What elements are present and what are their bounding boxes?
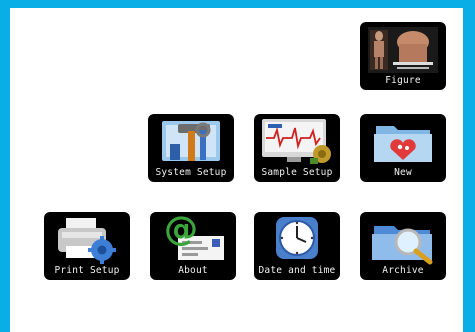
sample-setup-label: Sample Setup: [261, 167, 333, 178]
date-and-time-label: Date and time: [258, 265, 336, 276]
sample-setup-button[interactable]: Sample Setup: [254, 114, 340, 182]
tools-icon: [162, 121, 220, 161]
system-setup-button[interactable]: System Setup: [148, 114, 234, 182]
main-panel: Figure System Setup Sample Setup New Pri…: [10, 8, 463, 332]
figure-button[interactable]: Figure: [360, 22, 446, 90]
new-button[interactable]: New: [360, 114, 446, 182]
figure-label: Figure: [385, 75, 421, 86]
date-and-time-button[interactable]: Date and time: [254, 212, 340, 280]
about-label: About: [178, 265, 208, 276]
at-sign-icon: @: [164, 212, 224, 260]
svg-text:@: @: [164, 212, 198, 249]
new-label: New: [394, 167, 412, 178]
about-button[interactable]: @ About: [150, 212, 236, 280]
print-setup-label: Print Setup: [54, 265, 120, 276]
archive-search-icon: [372, 226, 433, 265]
ecg-monitor-icon: [262, 119, 331, 164]
print-setup-button[interactable]: Print Setup: [44, 212, 130, 280]
archive-button[interactable]: Archive: [360, 212, 446, 280]
printer-gear-icon: [58, 218, 116, 264]
archive-label: Archive: [382, 265, 424, 276]
clock-icon: [276, 217, 318, 259]
system-setup-label: System Setup: [155, 167, 227, 178]
body-figure-icon: [368, 27, 438, 73]
new-folder-icon: [374, 126, 432, 162]
